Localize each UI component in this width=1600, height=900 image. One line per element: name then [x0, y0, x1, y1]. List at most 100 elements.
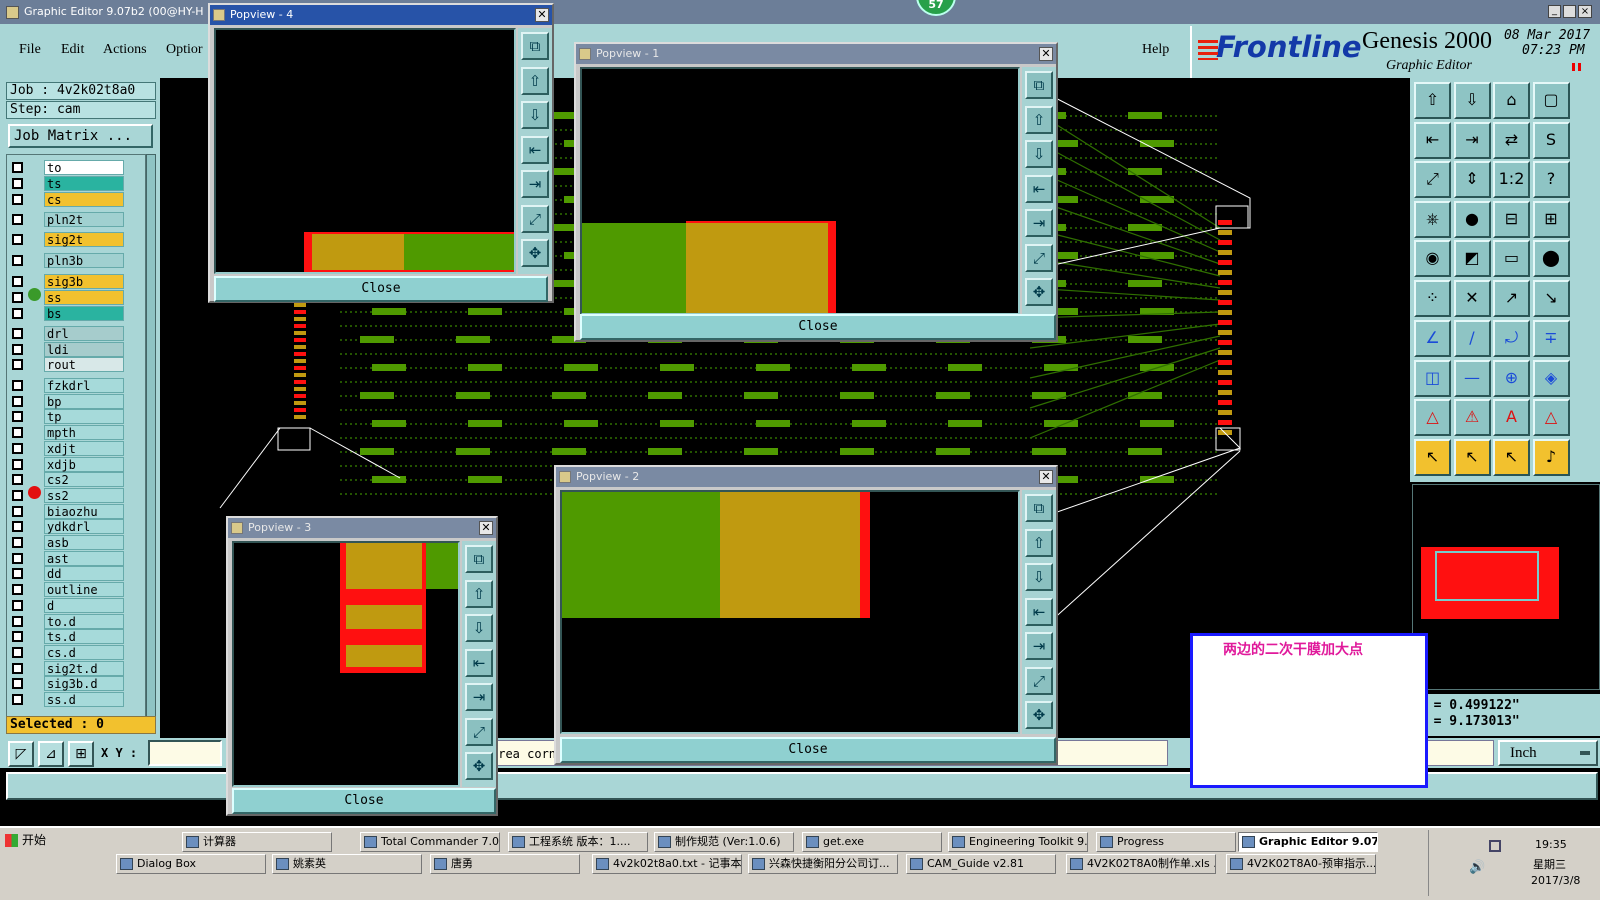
layer-name[interactable]: sig2t.d [44, 660, 124, 676]
network-icon[interactable] [1489, 840, 1501, 852]
layer-row[interactable]: outline [8, 582, 148, 598]
layer-name[interactable]: ss.d [44, 692, 124, 707]
layer-name[interactable]: to.d [44, 613, 124, 629]
layer-name[interactable]: pln3b [44, 253, 124, 268]
taskbar-item[interactable]: 4V2K02T8A0制作单.xls ... [1066, 854, 1216, 874]
tool-button[interactable]: / [1453, 320, 1491, 357]
layer-name[interactable]: sig3b [44, 274, 124, 289]
tool-button[interactable]: ∠ [1414, 320, 1451, 357]
tool-button[interactable]: ⇄ [1493, 121, 1530, 159]
layer-checkbox[interactable] [12, 194, 23, 205]
volume-icon[interactable]: 🔊 [1469, 860, 1485, 875]
layer-checkbox[interactable] [12, 584, 23, 596]
tool-button[interactable]: △ [1532, 399, 1570, 436]
tool-button[interactable]: ⊞ [1532, 200, 1570, 238]
layer-checkbox[interactable] [12, 214, 23, 225]
tool-button[interactable]: ● [1453, 200, 1491, 238]
layer-checkbox[interactable] [12, 537, 23, 548]
taskbar-item[interactable]: Progress [1096, 832, 1236, 852]
layer-name[interactable]: bp [44, 393, 124, 409]
popview-4-view[interactable] [214, 28, 516, 274]
layer-name[interactable]: bs [44, 306, 124, 321]
layer-checkbox[interactable] [12, 568, 23, 580]
layer-row[interactable]: sig3b.d [8, 676, 148, 692]
layer-checkbox[interactable] [12, 178, 23, 189]
layer-checkbox[interactable] [12, 599, 23, 611]
view-control-button[interactable]: ⇤ [465, 648, 493, 677]
layer-row[interactable]: cs [8, 192, 148, 207]
layer-checkbox[interactable] [12, 328, 23, 339]
view-control-button[interactable]: ⇧ [465, 579, 493, 608]
overview-map[interactable] [1412, 484, 1600, 690]
taskbar-item[interactable]: Engineering Toolkit 9.... [948, 832, 1088, 852]
layer-name[interactable]: mpth [44, 425, 124, 441]
layer-checkbox[interactable] [12, 380, 23, 391]
layer-row[interactable]: cs2 [8, 472, 148, 488]
view-control-button[interactable]: ✥ [1025, 278, 1053, 306]
tool-button[interactable]: ⁘ [1414, 279, 1451, 317]
tool-button[interactable]: ⌂ [1493, 82, 1530, 119]
tool-button[interactable]: △ [1414, 399, 1451, 436]
layer-name[interactable]: cs2 [44, 472, 124, 488]
view-control-button[interactable]: ⇧ [1025, 105, 1053, 134]
layer-checkbox[interactable] [12, 458, 23, 470]
popview-2-view[interactable] [560, 490, 1020, 734]
layer-checkbox[interactable] [12, 662, 23, 674]
taskbar-item[interactable]: CAM_Guide v2.81 [906, 854, 1056, 874]
menu-edit[interactable]: Edit [61, 42, 84, 58]
tool-button[interactable]: ▢ [1532, 82, 1570, 119]
layer-name[interactable]: rout [44, 357, 124, 373]
tool-button[interactable]: ⇩ [1453, 82, 1491, 119]
layer-row[interactable]: drl [8, 326, 148, 341]
layer-row[interactable]: ts.d [8, 629, 148, 645]
tool-button[interactable]: ⤾ [1493, 320, 1530, 357]
start-button[interactable]: 开始 [2, 830, 56, 852]
tool-button[interactable]: ⎈ [1414, 200, 1451, 238]
view-control-button[interactable]: ⇧ [1025, 528, 1053, 557]
close-icon[interactable]: ✕ [535, 8, 549, 22]
tool-button[interactable]: ◫ [1414, 359, 1451, 397]
close-icon[interactable]: ✕ [1039, 470, 1053, 484]
tool-button[interactable]: ✕ [1453, 279, 1491, 317]
popview-2-close-button[interactable]: Close [560, 737, 1056, 763]
taskbar-item[interactable]: Dialog Box [116, 854, 266, 874]
tool-button[interactable]: ⊕ [1493, 359, 1530, 397]
layer-row[interactable]: sig2t.d [8, 660, 148, 676]
layer-checkbox[interactable] [12, 646, 23, 658]
layer-name[interactable]: to [44, 160, 124, 175]
layer-row[interactable]: bp [8, 393, 148, 409]
view-control-button[interactable]: ⤢ [465, 717, 493, 746]
menu-file[interactable]: File [19, 42, 41, 58]
layer-checkbox[interactable] [12, 162, 23, 173]
taskbar-item[interactable]: 4v2k02t8a0.txt - 记事本 [592, 854, 742, 874]
view-control-button[interactable]: ⇥ [465, 683, 493, 711]
popview-4-titlebar[interactable]: Popview - 4 ✕ [210, 5, 552, 25]
taskbar-item[interactable]: Graphic Editor 9.07... [1238, 832, 1378, 852]
units-button[interactable]: Inch [1498, 740, 1598, 766]
taskbar-item[interactable]: 制作规范 (Ver:1.0.6) [654, 832, 794, 852]
maximize-icon[interactable] [1563, 5, 1576, 18]
layer-row[interactable]: fzkdrl [8, 378, 148, 393]
layer-name[interactable]: ss [44, 290, 124, 305]
layer-name[interactable]: ydkdrl [44, 519, 124, 535]
tool-button[interactable]: ↗ [1493, 279, 1530, 317]
xy-input[interactable] [148, 740, 222, 766]
layer-checkbox[interactable] [12, 474, 23, 486]
layer-checkbox[interactable] [12, 505, 23, 517]
popview-3-close-button[interactable]: Close [232, 788, 496, 814]
layer-row[interactable]: ts [8, 176, 148, 191]
popview-1-titlebar[interactable]: Popview - 1 ✕ [576, 44, 1056, 64]
tool-button[interactable]: ⊟ [1493, 200, 1530, 238]
layer-checkbox[interactable] [12, 411, 23, 423]
tool-button[interactable]: ⇥ [1453, 121, 1491, 159]
taskbar-item[interactable]: 姚素英 [272, 854, 422, 874]
popview-2-titlebar[interactable]: Popview - 2 ✕ [556, 467, 1056, 487]
layer-row[interactable]: tp [8, 409, 148, 425]
taskbar-item[interactable]: 兴森快捷衡阳分公司订... [748, 854, 898, 874]
layer-name[interactable]: d [44, 597, 124, 613]
layer-row[interactable]: to.d [8, 613, 148, 629]
zoom-area-icon[interactable]: ◸ [8, 741, 34, 767]
menu-actions[interactable]: Actions [103, 42, 147, 58]
view-control-button[interactable]: ⇥ [521, 170, 549, 198]
view-control-button[interactable]: ⧉ [1025, 71, 1053, 99]
